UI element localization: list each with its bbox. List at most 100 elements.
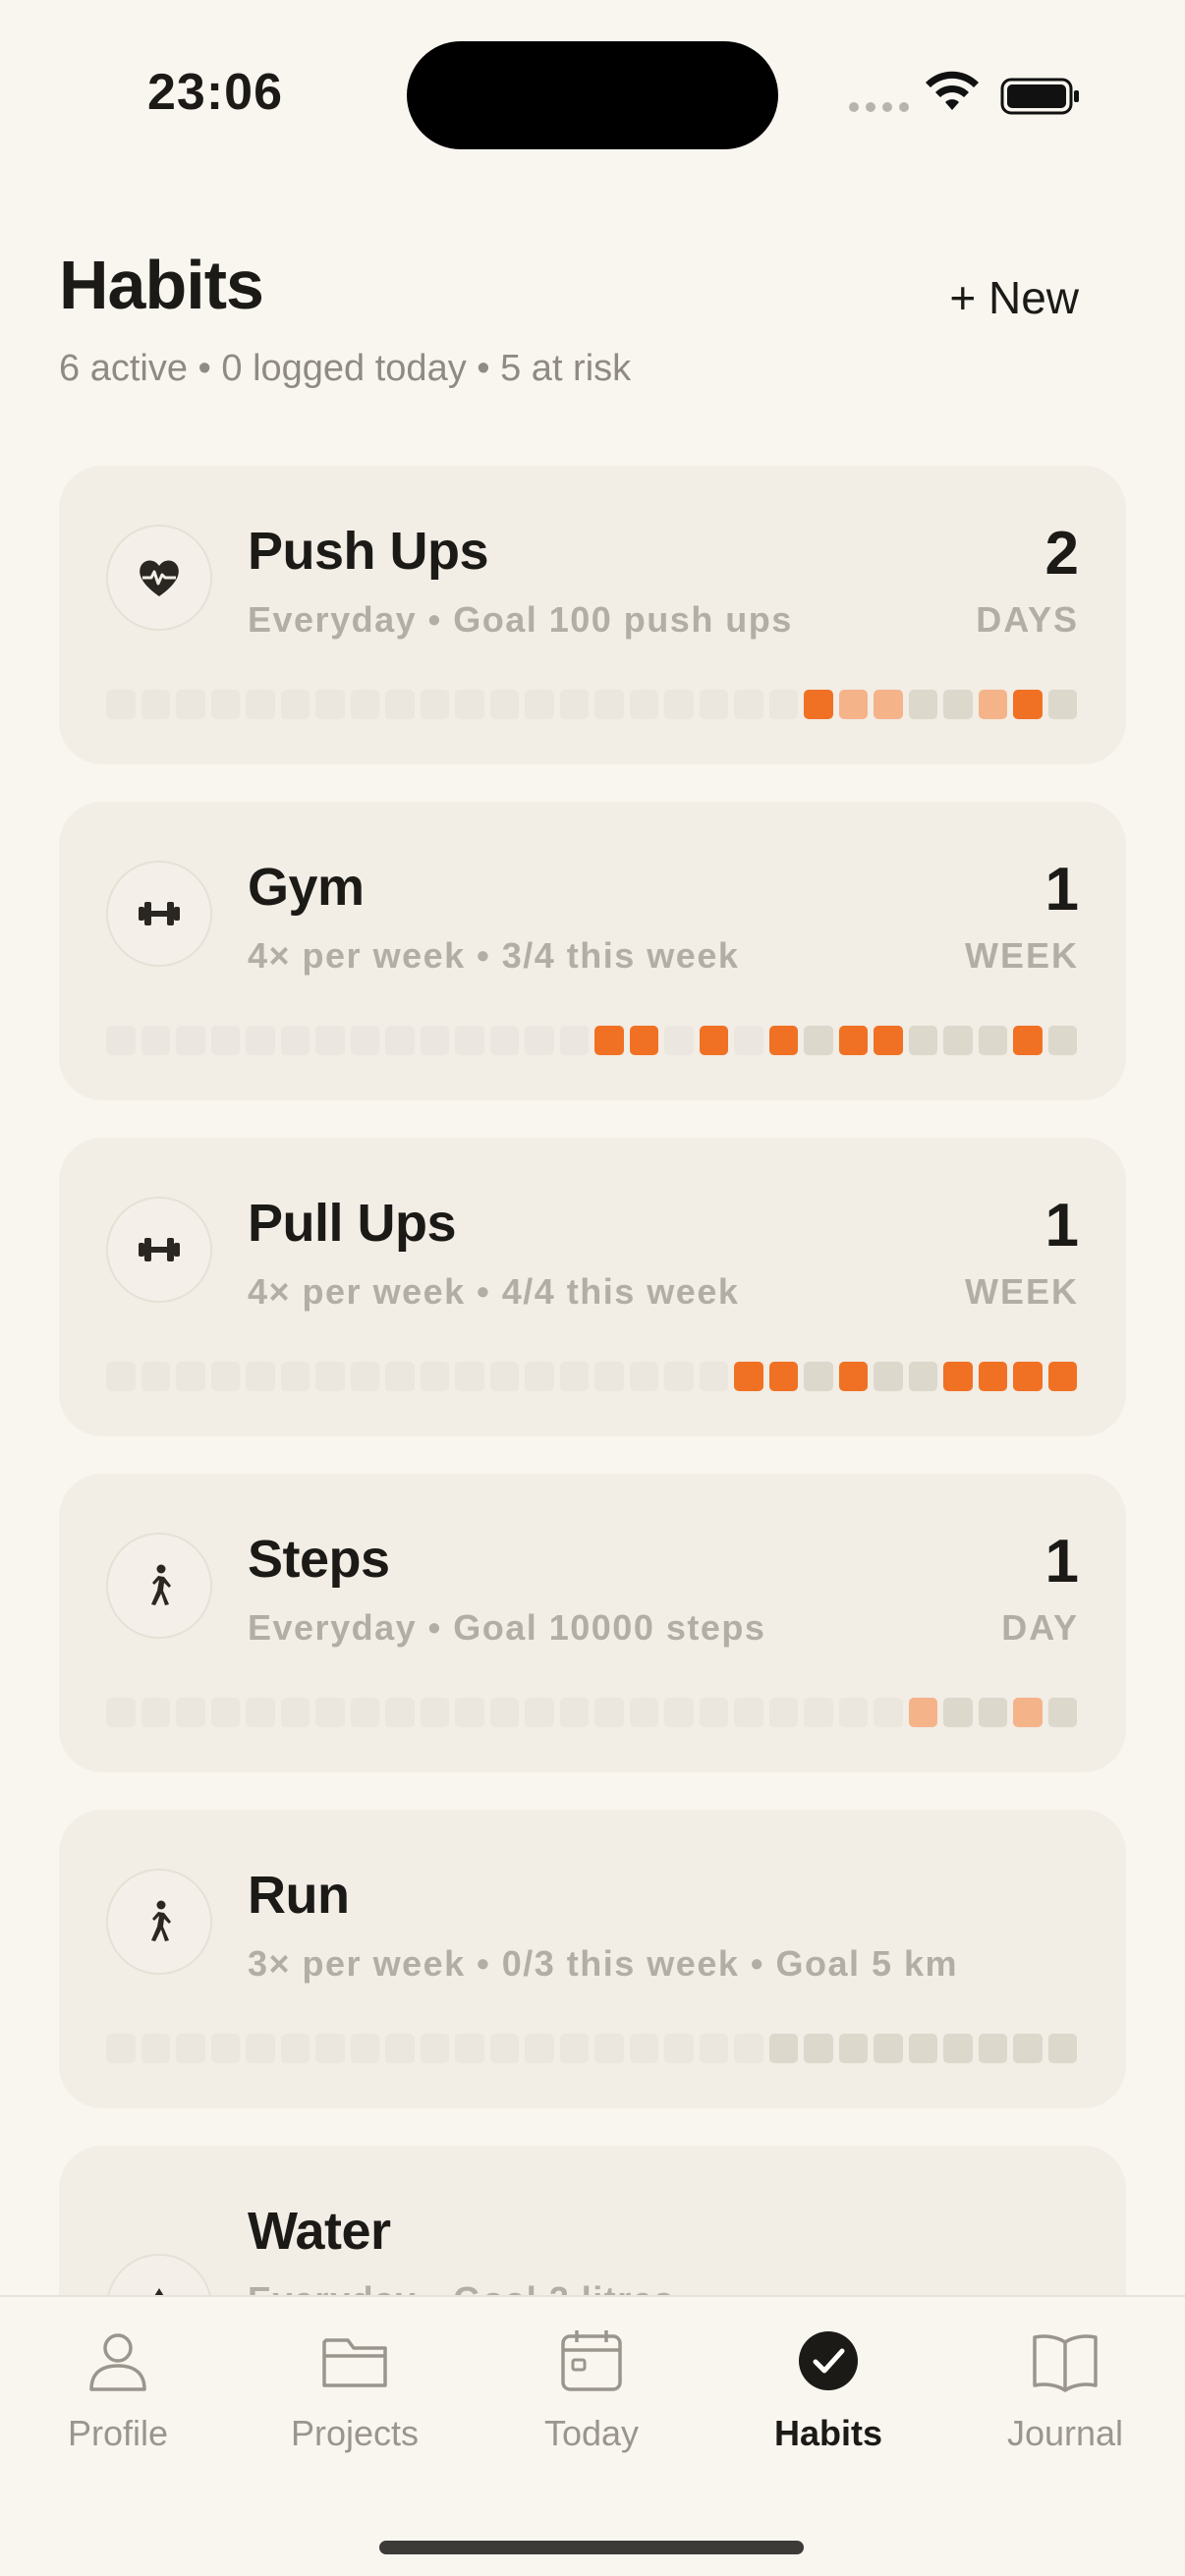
habit-name: Gym <box>248 858 365 917</box>
history-day-cell <box>315 1026 345 1055</box>
history-day-cell <box>489 690 519 719</box>
history-day-cell <box>594 1698 624 1727</box>
streak-unit: DAYS <box>976 599 1079 640</box>
history-day-cell <box>420 2034 449 2063</box>
habit-card[interactable]: Gym 4× per week • 3/4 this week 1 WEEK <box>59 802 1126 1100</box>
history-day-cell <box>943 1362 973 1391</box>
tab-label: Projects <box>290 2413 420 2453</box>
folder-icon <box>322 2338 387 2387</box>
history-day-cell <box>525 1026 554 1055</box>
history-day-cell <box>734 2034 763 2063</box>
history-day-cell <box>804 1362 833 1391</box>
streak-unit: WEEK <box>965 935 1079 976</box>
history-day-cell <box>804 690 833 719</box>
history-day-cell <box>420 1362 449 1391</box>
history-day-cell <box>1013 2034 1043 2063</box>
history-day-cell <box>1047 1362 1077 1391</box>
tab-journal[interactable]: Journal <box>947 2326 1183 2454</box>
history-day-cell <box>315 690 345 719</box>
streak-unit: WEEK <box>965 1271 1079 1312</box>
history-day-cell <box>699 1698 728 1727</box>
history-day-cell <box>246 1362 275 1391</box>
history-day-cell <box>874 2034 903 2063</box>
history-day-cell <box>943 2034 973 2063</box>
habit-history-grid <box>106 1698 1077 1727</box>
history-day-cell <box>525 1362 554 1391</box>
history-day-cell <box>908 2034 937 2063</box>
history-day-cell <box>943 1698 973 1727</box>
history-day-cell <box>141 690 170 719</box>
home-indicator <box>379 2541 804 2554</box>
history-day-cell <box>734 1698 763 1727</box>
wifi-icon <box>926 71 979 110</box>
history-day-cell <box>489 2034 519 2063</box>
history-day-cell <box>141 1026 170 1055</box>
habit-card[interactable]: Steps Everyday • Goal 10000 steps 1 DAY <box>59 1474 1126 1772</box>
history-day-cell <box>385 1026 415 1055</box>
history-day-cell <box>838 1026 868 1055</box>
history-day-cell <box>943 1026 973 1055</box>
history-day-cell <box>768 690 798 719</box>
history-day-cell <box>210 1698 240 1727</box>
history-day-cell <box>874 690 903 719</box>
check-circle-icon <box>799 2331 858 2390</box>
history-day-cell <box>908 1026 937 1055</box>
history-day-cell <box>210 1362 240 1391</box>
history-day-cell <box>978 1026 1007 1055</box>
history-day-cell <box>1047 1698 1077 1727</box>
history-day-cell <box>1047 2034 1077 2063</box>
status-time: 23:06 <box>147 64 283 121</box>
history-day-cell <box>176 690 205 719</box>
history-day-cell <box>594 1362 624 1391</box>
history-day-cell <box>106 690 136 719</box>
habit-name: Push Ups <box>248 522 489 581</box>
tab-label: Profile <box>67 2413 169 2453</box>
history-day-cell <box>176 2034 205 2063</box>
history-day-cell <box>629 690 658 719</box>
calendar-icon <box>561 2330 622 2391</box>
history-day-cell <box>525 690 554 719</box>
history-day-cell <box>1013 1362 1043 1391</box>
history-day-cell <box>489 1362 519 1391</box>
history-day-cell <box>838 1362 868 1391</box>
history-day-cell <box>874 1026 903 1055</box>
tab-profile[interactable]: Profile <box>0 2326 236 2454</box>
habit-history-grid <box>106 2034 1077 2063</box>
tab-today[interactable]: Today <box>474 2326 709 2454</box>
history-day-cell <box>559 1698 589 1727</box>
history-day-cell <box>559 690 589 719</box>
tab-projects[interactable]: Projects <box>237 2326 473 2454</box>
tab-bar: Profile Projects Today Habits Journal <box>0 2295 1185 2576</box>
history-day-cell <box>525 1698 554 1727</box>
history-day-cell <box>838 690 868 719</box>
history-day-cell <box>280 2034 310 2063</box>
history-day-cell <box>1013 1026 1043 1055</box>
streak-unit: DAY <box>1001 1607 1079 1648</box>
history-day-cell <box>350 1362 379 1391</box>
history-day-cell <box>176 1026 205 1055</box>
history-day-cell <box>420 1698 449 1727</box>
history-day-cell <box>664 2034 694 2063</box>
history-day-cell <box>629 2034 658 2063</box>
habit-card[interactable]: Pull Ups 4× per week • 4/4 this week 1 W… <box>59 1138 1126 1436</box>
history-day-cell <box>594 690 624 719</box>
history-day-cell <box>141 1362 170 1391</box>
new-habit-button[interactable]: + New <box>949 271 1079 324</box>
history-day-cell <box>455 2034 484 2063</box>
history-day-cell <box>804 1026 833 1055</box>
history-day-cell <box>141 2034 170 2063</box>
tab-habits[interactable]: Habits <box>710 2326 946 2454</box>
history-day-cell <box>106 1362 136 1391</box>
history-day-cell <box>350 2034 379 2063</box>
history-day-cell <box>315 1362 345 1391</box>
habit-card[interactable]: Push Ups Everyday • Goal 100 push ups 2 … <box>59 466 1126 764</box>
habit-name: Pull Ups <box>248 1194 457 1253</box>
history-day-cell <box>385 690 415 719</box>
history-day-cell <box>455 690 484 719</box>
history-day-cell <box>594 2034 624 2063</box>
history-day-cell <box>176 1362 205 1391</box>
habit-card[interactable]: Run 3× per week • 0/3 this week • Goal 5… <box>59 1810 1126 2108</box>
history-day-cell <box>350 1698 379 1727</box>
habit-meta: Everyday • Goal 100 push ups <box>248 599 793 640</box>
history-day-cell <box>246 1026 275 1055</box>
